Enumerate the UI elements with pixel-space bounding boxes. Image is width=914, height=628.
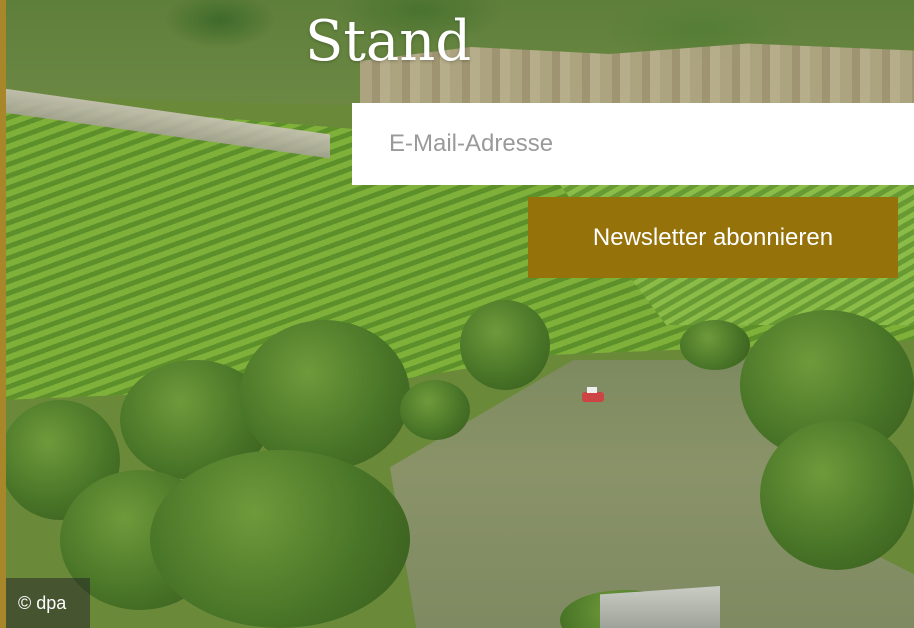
- accent-edge: [0, 0, 6, 628]
- page-title: Stand: [305, 9, 472, 74]
- subscribe-newsletter-button[interactable]: Newsletter abonnieren: [528, 197, 898, 278]
- background-tree: [460, 300, 550, 390]
- image-credit: © dpa: [6, 578, 90, 628]
- background-tree: [150, 450, 410, 628]
- background-tree: [240, 320, 410, 470]
- email-input[interactable]: [352, 103, 914, 185]
- background-tree: [400, 380, 470, 440]
- newsletter-hero: Stand Newsletter abonnieren © dpa: [0, 0, 914, 628]
- background-tree: [760, 420, 914, 570]
- background-tree: [680, 320, 750, 370]
- background-boat: [582, 387, 604, 402]
